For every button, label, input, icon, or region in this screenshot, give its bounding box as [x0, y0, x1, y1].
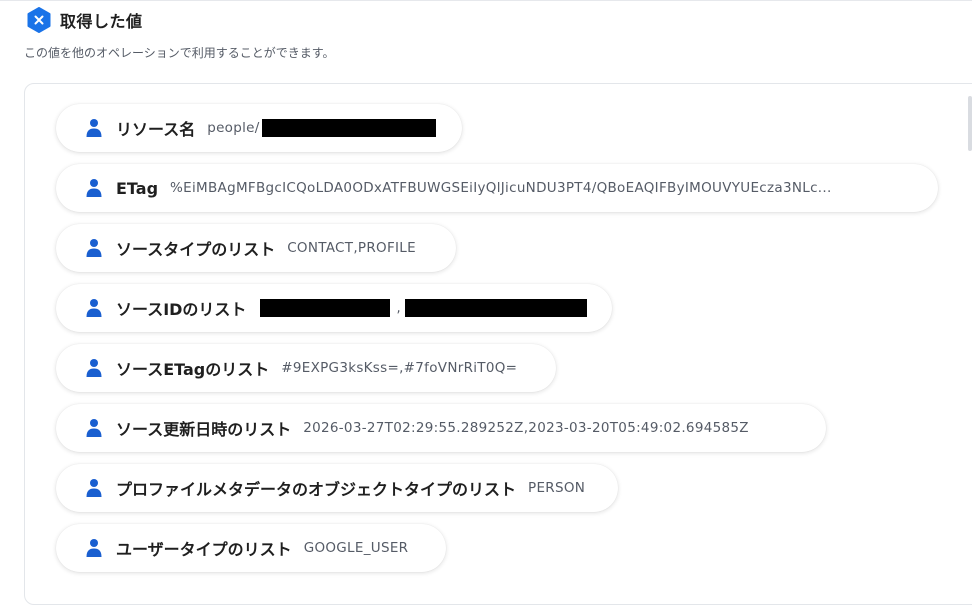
- value-pill-user-types[interactable]: ユーザータイプのリスト GOOGLE_USER: [56, 524, 446, 572]
- field-label: リソース名: [116, 120, 196, 139]
- field-label: ソースIDのリスト: [116, 300, 247, 319]
- value-pill-etag[interactable]: ETag %EiMBAgMFBgcICQoLDA0ODxATFBUWGSEiIy…: [56, 164, 938, 212]
- field-value: ,: [396, 300, 401, 316]
- field-label: プロファイルメタデータのオブジェクトタイプのリスト: [116, 480, 517, 499]
- field-value: people/: [207, 120, 260, 136]
- field-value: CONTACT,PROFILE: [287, 240, 416, 256]
- field-value: GOOGLE_USER: [303, 540, 409, 556]
- redacted-block: [261, 119, 436, 137]
- field-value: 2026-03-27T02:29:55.289252Z,2023-03-20T0…: [303, 420, 749, 436]
- field-value: PERSON: [528, 480, 586, 496]
- redacted-block: [404, 299, 587, 317]
- field-label: ソース更新日時のリスト: [116, 420, 292, 439]
- person-icon: [86, 239, 102, 257]
- field-label: ソースETagのリスト: [116, 360, 270, 379]
- person-icon: [86, 359, 102, 377]
- section-subtitle: この値を他のオペレーションで利用することができます。: [24, 46, 335, 60]
- redacted-block: [260, 299, 391, 317]
- value-pill-source-etags[interactable]: ソースETagのリスト #9EXPG3ksKss=,#7foVNrRiT0Q=: [56, 344, 556, 392]
- section-title: 取得した値: [60, 12, 143, 31]
- top-divider: [0, 0, 972, 1]
- value-pill-source-update-times[interactable]: ソース更新日時のリスト 2026-03-27T02:29:55.289252Z,…: [56, 404, 826, 452]
- person-icon: [86, 179, 102, 197]
- scrollbar[interactable]: [968, 96, 972, 151]
- field-label: ユーザータイプのリスト: [116, 540, 292, 559]
- value-pill-source-ids[interactable]: ソースIDのリスト ,: [56, 284, 612, 332]
- field-label: ETag: [116, 178, 159, 198]
- person-icon: [86, 419, 102, 437]
- close-hex-icon: [27, 7, 51, 33]
- section-header: 取得した値: [26, 6, 143, 34]
- value-pill-profile-object-types[interactable]: プロファイルメタデータのオブジェクトタイプのリスト PERSON: [56, 464, 618, 512]
- person-icon: [86, 119, 102, 137]
- value-pill-source-types[interactable]: ソースタイプのリスト CONTACT,PROFILE: [56, 224, 456, 272]
- person-icon: [86, 539, 102, 557]
- person-icon: [86, 299, 102, 317]
- field-value: #9EXPG3ksKss=,#7foVNrRiT0Q=: [281, 360, 518, 376]
- person-icon: [86, 479, 102, 497]
- field-label: ソースタイプのリスト: [116, 240, 276, 259]
- field-value: %EiMBAgMFBgcICQoLDA0ODxATFBUWGSEiIyQlJic…: [170, 180, 832, 196]
- value-pill-resource-name[interactable]: リソース名 people/: [56, 104, 462, 152]
